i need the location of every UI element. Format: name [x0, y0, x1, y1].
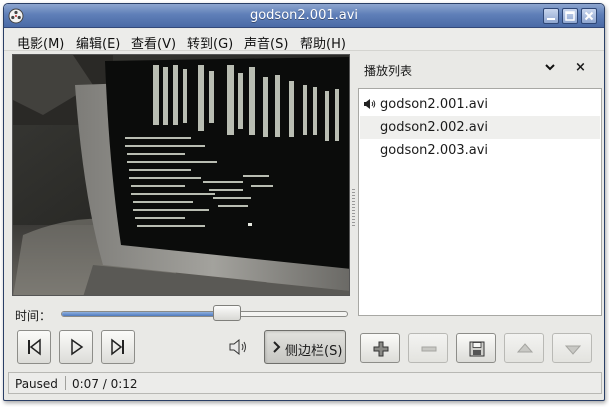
menu-go[interactable]: 转到(G): [187, 33, 233, 52]
seek-slider-thumb[interactable]: [213, 305, 241, 321]
arrow-up-icon: [517, 343, 533, 353]
title-bar[interactable]: godson2.001.avi: [4, 4, 604, 28]
remove-from-playlist-button[interactable]: [408, 333, 448, 363]
play-icon: [71, 338, 84, 356]
speaker-icon: [229, 338, 246, 356]
play-button[interactable]: [59, 330, 93, 364]
menu-bar: 电影(M) 编辑(E) 查看(V) 转到(G) 声音(S) 帮助(H): [4, 29, 604, 52]
playlist-item[interactable]: godson2.001.avi: [360, 93, 600, 116]
menu-sound[interactable]: 声音(S): [244, 33, 288, 52]
playlist-item[interactable]: godson2.002.avi: [360, 116, 600, 139]
seek-bar[interactable]: [61, 311, 348, 317]
sidebar-toggle-button[interactable]: 侧边栏(S): [264, 330, 346, 364]
minimize-button[interactable]: [543, 8, 559, 24]
window-title: godson2.001.avi: [249, 8, 359, 23]
chevron-down-icon[interactable]: [544, 61, 556, 73]
close-icon: [584, 11, 594, 21]
volume-button[interactable]: [229, 338, 249, 358]
arrow-down-icon: [565, 345, 581, 355]
playlist-item-name: godson2.002.avi: [380, 120, 489, 135]
plus-icon: [373, 341, 389, 357]
status-divider: [65, 376, 66, 390]
menu-movie[interactable]: 电影(M): [17, 33, 64, 52]
playlist-item-name: godson2.003.avi: [380, 143, 489, 158]
app-window: godson2.001.avi 电影(M) 编辑(E) 查看(V) 转到(G) …: [3, 3, 605, 401]
close-sidebar-icon[interactable]: ×: [575, 60, 586, 75]
video-frame: [13, 55, 349, 295]
minimize-icon: [547, 18, 555, 20]
menu-view[interactable]: 查看(V): [131, 33, 176, 52]
playlist: godson2.001.avi godson2.002.avi godson2.…: [358, 88, 602, 316]
maximize-icon: [565, 11, 575, 21]
menu-help[interactable]: 帮助(H): [300, 33, 346, 52]
previous-button[interactable]: [17, 330, 51, 364]
maximize-button[interactable]: [562, 8, 578, 24]
save-playlist-button[interactable]: [456, 333, 496, 363]
skip-forward-icon: [111, 338, 124, 356]
next-button[interactable]: [101, 330, 135, 364]
floppy-disk-icon: [469, 341, 485, 357]
skip-back-icon: [28, 338, 41, 356]
move-down-button[interactable]: [552, 333, 592, 363]
pane-splitter[interactable]: [352, 189, 356, 229]
status-bar: Paused 0:07 / 0:12: [8, 372, 602, 394]
video-display[interactable]: [12, 54, 350, 296]
time-label: 时间：: [15, 309, 52, 323]
playlist-item-name: godson2.001.avi: [380, 97, 489, 112]
minus-icon: [421, 346, 437, 352]
now-playing-icon: [364, 99, 376, 109]
menu-edit[interactable]: 编辑(E): [76, 33, 120, 52]
add-to-playlist-button[interactable]: [360, 333, 400, 363]
seek-progress: [62, 312, 228, 316]
close-button[interactable]: [581, 8, 597, 24]
playlist-header: 播放列表 ×: [358, 54, 602, 84]
chevron-right-icon: [273, 341, 281, 353]
sidebar-toggle-label: 侧边栏(S): [285, 344, 343, 359]
playback-time: 0:07 / 0:12: [72, 377, 138, 391]
move-up-button[interactable]: [504, 333, 544, 363]
playlist-item[interactable]: godson2.003.avi: [360, 139, 600, 162]
playlist-title: 播放列表: [364, 64, 413, 78]
playback-state: Paused: [15, 377, 58, 391]
